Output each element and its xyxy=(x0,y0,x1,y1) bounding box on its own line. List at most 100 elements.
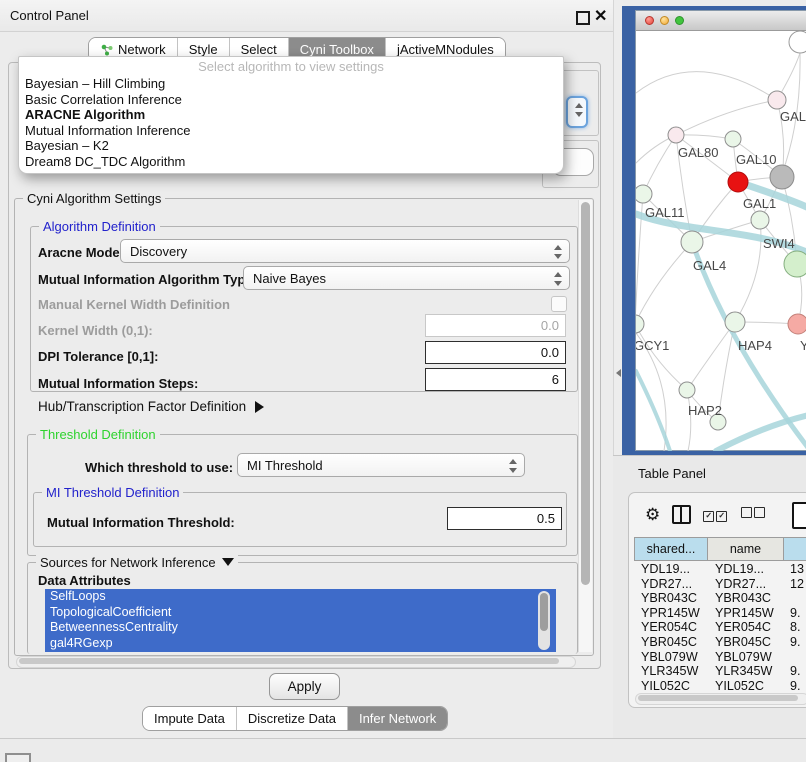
spinner-arrows-icon xyxy=(554,244,562,260)
bottom-tab-discretize-data[interactable]: Discretize Data xyxy=(236,707,347,730)
table-row[interactable]: YBR045CYBR045C9. xyxy=(635,635,806,650)
mi-steps-input[interactable]: 6 xyxy=(425,368,566,391)
algorithm-option-mutual-information-inference[interactable]: Mutual Information Inference xyxy=(19,123,563,139)
table-row[interactable]: YBR043CYBR043C xyxy=(635,591,806,606)
network-edge[interactable] xyxy=(636,324,687,390)
select-all-checkboxes-icon[interactable]: ✓✓ xyxy=(703,505,729,523)
network-edge[interactable] xyxy=(636,242,692,324)
table-horizontal-scrollbar xyxy=(635,693,806,705)
table-row[interactable]: YDR27...YDR27...12 xyxy=(635,577,806,592)
table-cell: 9. xyxy=(786,664,806,679)
table-row[interactable]: YBL079WYBL079W xyxy=(635,650,806,665)
bottom-tab-impute-data[interactable]: Impute Data xyxy=(143,707,236,730)
mi-threshold-definition-title: MI Threshold Definition xyxy=(42,485,183,500)
aracne-mode-label: Aracne Mode: xyxy=(38,245,124,260)
network-node-gal1[interactable] xyxy=(751,211,769,229)
cyni-settings-title: Cyni Algorithm Settings xyxy=(23,191,165,206)
control-panel-titlebar: Control Panel ✕ xyxy=(0,0,613,32)
network-edge[interactable] xyxy=(687,390,691,451)
network-node-y[interactable] xyxy=(788,314,806,334)
data-attributes-list: SelfLoopsTopologicalCoefficientBetweenne… xyxy=(45,589,556,652)
column-layout-icon[interactable] xyxy=(672,505,691,524)
network-canvas[interactable]: GALGAL80GAL10GAL1GAL11SWI4GAL4GCY1HAP4YH… xyxy=(636,31,806,451)
settings-horizontal-scrollbar-thumb[interactable] xyxy=(19,658,559,664)
network-node-gcy1[interactable] xyxy=(636,315,644,333)
node-label-gal: GAL xyxy=(780,109,806,124)
apply-button[interactable]: Apply xyxy=(269,673,340,700)
network-edge[interactable] xyxy=(716,415,806,451)
network-node-swi4[interactable] xyxy=(784,251,806,277)
table-row[interactable]: YLR345WYLR345W9. xyxy=(635,664,806,679)
algorithm-option-aracne-algorithm[interactable]: ARACNE Algorithm xyxy=(19,107,563,123)
splitter-collapse-icon[interactable] xyxy=(616,369,621,377)
bottom-tab-label: Infer Network xyxy=(359,711,436,726)
table-horizontal-scrollbar-thumb[interactable] xyxy=(638,695,798,701)
table-cell: YBL079W xyxy=(635,650,709,665)
mi-threshold-input[interactable]: 0.5 xyxy=(447,507,562,530)
network-edge[interactable] xyxy=(676,135,733,139)
zoom-window-icon[interactable] xyxy=(675,16,684,25)
attribute-item-betweennesscentrality[interactable]: BetweennessCentrality xyxy=(45,620,556,636)
network-node-gal80[interactable] xyxy=(668,127,684,143)
network-window-titlebar[interactable] xyxy=(636,11,806,31)
which-threshold-combo[interactable]: MI Threshold xyxy=(237,453,525,477)
network-node-hap2[interactable] xyxy=(679,382,695,398)
network-node-gal10[interactable] xyxy=(725,131,741,147)
table-row[interactable]: YDL19...YDL19...13 xyxy=(635,562,806,577)
close-panel-icon[interactable]: ✕ xyxy=(594,6,607,26)
dpi-tolerance-input[interactable]: 0.0 xyxy=(425,341,566,364)
network-desktop: GALGAL80GAL10GAL1GAL11SWI4GAL4GCY1HAP4YH… xyxy=(622,6,806,455)
deselect-all-checkboxes-icon[interactable] xyxy=(741,505,767,523)
network-node-gal4[interactable] xyxy=(681,231,703,253)
network-node[interactable] xyxy=(728,172,748,192)
algorithm-option-bayesian-hill-climbing[interactable]: Bayesian – Hill Climbing xyxy=(19,76,563,92)
algorithm-option-basic-correlation-inference[interactable]: Basic Correlation Inference xyxy=(19,92,563,108)
network-edge[interactable] xyxy=(636,371,670,451)
network-node[interactable] xyxy=(770,165,794,189)
algorithm-option-list: Bayesian – Hill ClimbingBasic Correlatio… xyxy=(19,76,563,170)
export-table-icon[interactable] xyxy=(792,502,806,529)
network-edge[interactable] xyxy=(676,100,777,135)
column-header-shared[interactable]: shared... xyxy=(634,537,708,561)
hub-definition-expander[interactable]: Hub/Transcription Factor Definition xyxy=(38,399,264,414)
float-panel-button[interactable] xyxy=(576,11,590,25)
kernel-width-input[interactable]: 0.0 xyxy=(425,314,566,337)
status-strip xyxy=(0,738,806,762)
table-cell: YDL19... xyxy=(635,562,709,577)
mi-threshold-label: Mutual Information Threshold: xyxy=(47,515,235,530)
spinner-arrows-icon xyxy=(509,458,517,474)
spinner-arrows-icon xyxy=(575,102,583,118)
settings-vertical-scrollbar xyxy=(578,200,592,652)
table-settings-gear-icon[interactable]: ⚙ xyxy=(645,506,660,523)
table-cell: YBR045C xyxy=(709,635,786,650)
table-cell: 13 xyxy=(786,562,806,577)
network-node-gal11[interactable] xyxy=(636,185,652,203)
table-row[interactable]: YIL052CYIL052C9. xyxy=(635,679,806,692)
cytoscape-app: Control Panel ✕ NetworkStyleSelectCyni T… xyxy=(0,0,806,762)
attribute-item-topologicalcoefficient[interactable]: TopologicalCoefficient xyxy=(45,605,556,621)
table-row[interactable]: YER054CYER054C8. xyxy=(635,620,806,635)
table-row[interactable]: YPR145WYPR145W9. xyxy=(635,606,806,621)
node-label-swi4: SWI4 xyxy=(763,236,795,251)
minimize-window-icon[interactable] xyxy=(660,16,669,25)
tab-label: jActiveMNodules xyxy=(397,42,494,57)
network-node[interactable] xyxy=(789,31,806,53)
column-header-name[interactable]: name xyxy=(707,537,784,561)
network-node-hap4[interactable] xyxy=(725,312,745,332)
column-header-cut[interactable] xyxy=(783,537,806,561)
close-window-icon[interactable] xyxy=(645,16,654,25)
algorithm-option-bayesian-k2[interactable]: Bayesian – K2 xyxy=(19,138,563,154)
bottom-tab-infer-network[interactable]: Infer Network xyxy=(347,707,447,730)
manual-kernel-label: Manual Kernel Width Definition xyxy=(38,297,230,312)
network-node-gal[interactable] xyxy=(768,91,786,109)
aracne-mode-combo[interactable]: Discovery xyxy=(120,239,570,263)
attribute-item-selfloops[interactable]: SelfLoops xyxy=(45,589,556,605)
network-edge[interactable] xyxy=(636,72,777,100)
mi-algorithm-type-combo[interactable]: Naive Bayes xyxy=(243,266,570,290)
sources-title[interactable]: Sources for Network Inference xyxy=(36,555,238,570)
settings-vertical-scrollbar-thumb[interactable] xyxy=(581,202,590,585)
algorithm-option-dream8-dc-tdc-algorithm[interactable]: Dream8 DC_TDC Algorithm xyxy=(19,154,563,170)
attribute-item-gal4rgexp[interactable]: gal4RGexp xyxy=(45,636,556,652)
attributes-scrollbar-thumb[interactable] xyxy=(540,593,548,631)
manual-kernel-checkbox[interactable] xyxy=(551,296,567,312)
